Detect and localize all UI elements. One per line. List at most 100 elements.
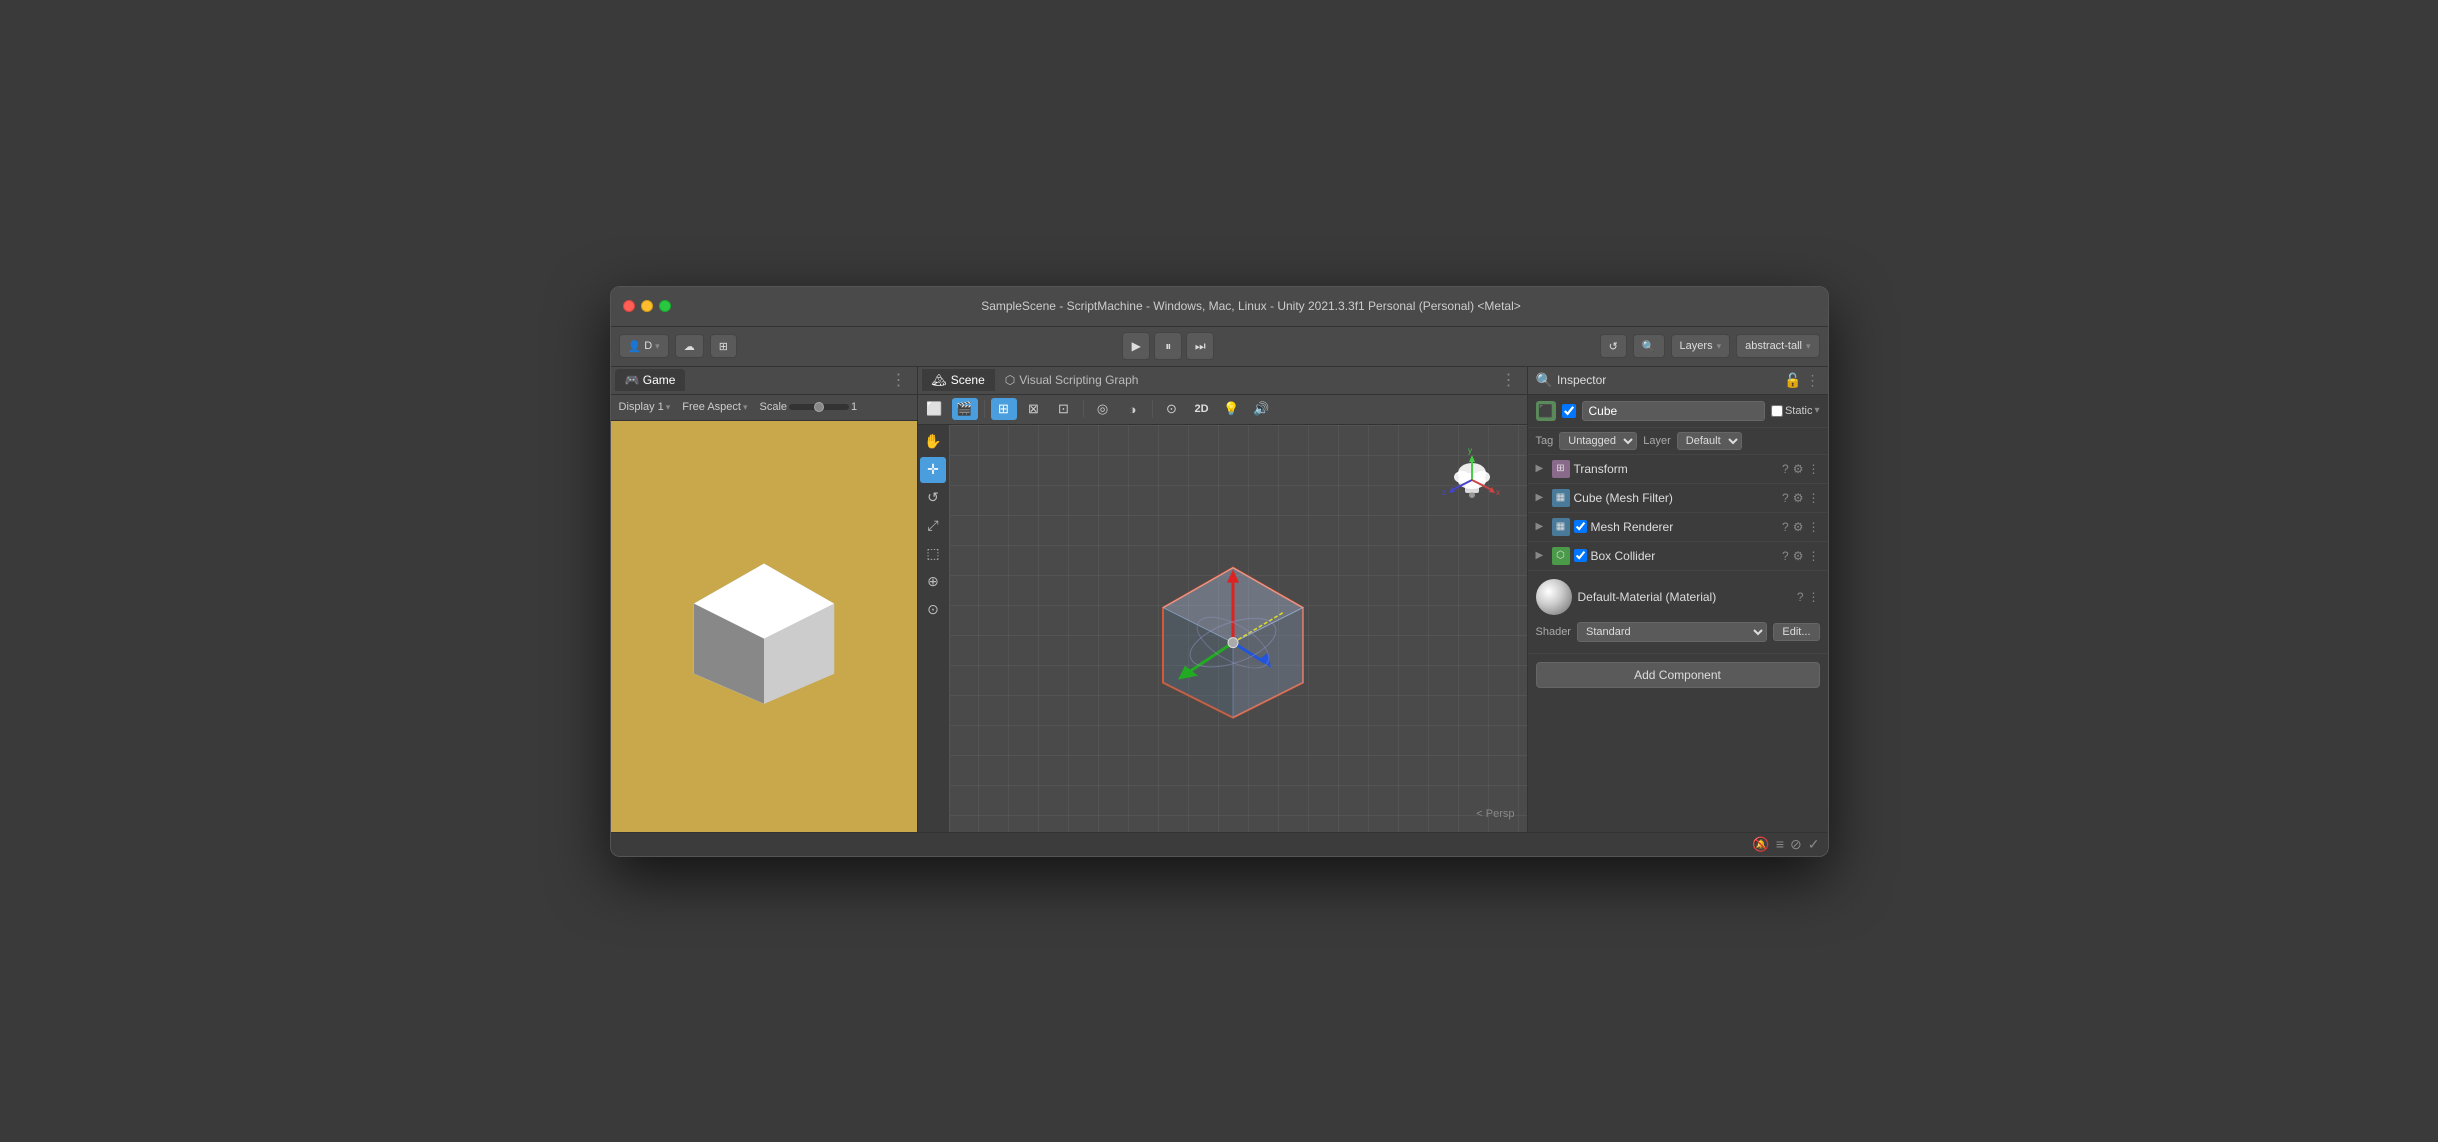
add-component-button[interactable]: Add Component <box>1536 662 1820 688</box>
game-tab[interactable]: 🎮 Game <box>615 369 686 391</box>
gizmo-btn[interactable]: ◎ <box>1090 398 1116 420</box>
game-panel-menu[interactable]: ⋮ <box>885 370 913 390</box>
mesh-renderer-settings[interactable]: ⚙ <box>1793 520 1804 534</box>
scene-fx-btn[interactable]: 🎬 <box>952 398 978 420</box>
maximize-button[interactable] <box>659 300 671 312</box>
scene-viewport[interactable]: ✋ ✛ ↺ ⤢ ⬚ ⊕ ⊙ <box>918 425 1527 832</box>
add-component-section: Add Component <box>1528 654 1828 696</box>
mesh-renderer-menu[interactable]: ⋮ <box>1808 520 1820 534</box>
layers-icon[interactable]: ≡ <box>1776 836 1784 853</box>
mesh-filter-menu[interactable]: ⋮ <box>1808 491 1820 505</box>
scene-object-cube[interactable] <box>1123 528 1343 751</box>
draw-mode-btn[interactable]: ⬜ <box>922 398 948 420</box>
game-viewport <box>611 421 917 832</box>
transform-component[interactable]: ▶ ⊞ Transform ? ⚙ ⋮ <box>1528 455 1828 484</box>
static-checkbox[interactable] <box>1771 405 1783 417</box>
material-menu[interactable]: ⋮ <box>1808 590 1820 604</box>
mesh-filter-component[interactable]: ▶ ▦ Cube (Mesh Filter) ? ⚙ ⋮ <box>1528 484 1828 513</box>
close-button[interactable] <box>623 300 635 312</box>
custom-tool[interactable]: ⊙ <box>920 597 946 623</box>
play-button[interactable]: ▶ <box>1122 332 1150 360</box>
history-button[interactable]: ↺ <box>1600 334 1627 358</box>
scene-gizmo[interactable]: y x z <box>1437 445 1507 515</box>
rect-tool[interactable]: ⬚ <box>920 541 946 567</box>
layers-chevron: ▾ <box>1717 341 1722 352</box>
chevron-icon: ▾ <box>655 341 660 352</box>
inspector-menu-button[interactable]: ⋮ <box>1806 372 1820 389</box>
camera-btn[interactable]: ⊙ <box>1159 398 1185 420</box>
tag-select[interactable]: Untagged <box>1559 432 1637 450</box>
layers-dropdown[interactable]: Layers ▾ <box>1671 334 1731 358</box>
scene-panel-menu[interactable]: ⋮ <box>1495 370 1523 390</box>
traffic-lights <box>623 300 671 312</box>
scene-left-toolbar: ✋ ✛ ↺ ⤢ ⬚ ⊕ ⊙ <box>918 425 950 832</box>
transform-menu[interactable]: ⋮ <box>1808 462 1820 476</box>
material-preview <box>1536 579 1572 615</box>
hand-tool[interactable]: ✋ <box>920 429 946 455</box>
account-button[interactable]: 👤 D ▾ <box>619 334 669 358</box>
static-arrow[interactable]: ▾ <box>1814 405 1819 416</box>
box-collider-checkbox[interactable] <box>1574 549 1587 562</box>
material-section: Default-Material (Material) ? ⋮ Shader S… <box>1528 571 1828 654</box>
shader-edit-button[interactable]: Edit... <box>1773 623 1819 641</box>
divider-1 <box>984 400 985 418</box>
grid-btn[interactable]: ⊡ <box>1051 398 1077 420</box>
cloud-button[interactable]: ☁ <box>675 334 704 358</box>
lock-button[interactable]: 🔓 <box>1784 372 1801 389</box>
box-collider-arrow: ▶ <box>1536 550 1548 561</box>
vsg-tab[interactable]: ⬡ Visual Scripting Graph <box>995 369 1149 391</box>
display-dropdown[interactable]: Display 1 ▾ <box>615 399 675 415</box>
mesh-filter-arrow: ▶ <box>1536 492 1548 503</box>
transform-settings[interactable]: ⚙ <box>1793 462 1804 476</box>
snap-btn[interactable]: ⊠ <box>1021 398 1047 420</box>
2d-btn[interactable]: 2D <box>1189 398 1215 420</box>
light-btn[interactable]: 💡 <box>1219 398 1245 420</box>
collab-icon: ⊞ <box>719 340 728 353</box>
step-button[interactable]: ⏭ <box>1186 332 1214 360</box>
collab-button[interactable]: ⊞ <box>710 334 737 358</box>
mesh-renderer-checkbox[interactable] <box>1574 520 1587 533</box>
layer-select[interactable]: Default <box>1677 432 1742 450</box>
status-bar: 🔕 ≡ ⊘ ✓ <box>611 832 1828 856</box>
material-help[interactable]: ? <box>1797 590 1804 604</box>
scale-tool[interactable]: ⤢ <box>920 513 946 539</box>
scene-tabs: 🏔 Scene ⬡ Visual Scripting Graph ⋮ <box>918 367 1527 395</box>
object-active-checkbox[interactable] <box>1562 404 1576 418</box>
shader-select[interactable]: Standard <box>1577 622 1767 642</box>
audio2-btn[interactable]: 🔊 <box>1249 398 1275 420</box>
layout-dropdown[interactable]: abstract-tall ▾ <box>1736 334 1819 358</box>
box-collider-menu[interactable]: ⋮ <box>1808 549 1820 563</box>
scene-tab[interactable]: 🏔 Scene <box>922 369 995 391</box>
minimize-button[interactable] <box>641 300 653 312</box>
material-actions: ? ⋮ <box>1797 590 1820 604</box>
check-icon[interactable]: ✓ <box>1808 836 1820 853</box>
mesh-filter-help[interactable]: ? <box>1782 491 1789 505</box>
divider-3 <box>1152 400 1153 418</box>
box-collider-help[interactable]: ? <box>1782 549 1789 563</box>
move-tool[interactable]: ✛ <box>920 457 946 483</box>
mesh-filter-settings[interactable]: ⚙ <box>1793 491 1804 505</box>
scale-control[interactable]: Scale 1 <box>756 399 862 415</box>
box-collider-component[interactable]: ▶ ⬡ Box Collider ? ⚙ ⋮ <box>1528 542 1828 571</box>
scale-track[interactable] <box>789 404 849 410</box>
rotate-tool[interactable]: ↺ <box>920 485 946 511</box>
box-collider-settings[interactable]: ⚙ <box>1793 549 1804 563</box>
search-icon: 🔍 <box>1642 340 1656 353</box>
object-name-input[interactable] <box>1582 401 1765 421</box>
titlebar: SampleScene - ScriptMachine - Windows, M… <box>611 287 1828 327</box>
scale-thumb <box>814 402 824 412</box>
display-chevron: ▾ <box>666 402 671 413</box>
transform-help[interactable]: ? <box>1782 462 1789 476</box>
mesh-renderer-help[interactable]: ? <box>1782 520 1789 534</box>
pause-button[interactable]: ⏸ <box>1154 332 1182 360</box>
transform-tool[interactable]: ⊕ <box>920 569 946 595</box>
material-header: Default-Material (Material) ? ⋮ <box>1536 579 1820 615</box>
mesh-renderer-component[interactable]: ▶ ▦ Mesh Renderer ? ⚙ ⋮ <box>1528 513 1828 542</box>
audio-btn[interactable]: ◑ <box>1120 398 1146 420</box>
no-entry-icon[interactable]: ⊘ <box>1790 836 1802 853</box>
search-button[interactable]: 🔍 <box>1633 334 1665 358</box>
mute-icon[interactable]: 🔕 <box>1752 836 1769 853</box>
2d-toggle-btn[interactable]: ⊞ <box>991 398 1017 420</box>
aspect-dropdown[interactable]: Free Aspect ▾ <box>678 399 751 415</box>
object-header: ⬛ Static ▾ <box>1528 395 1828 428</box>
